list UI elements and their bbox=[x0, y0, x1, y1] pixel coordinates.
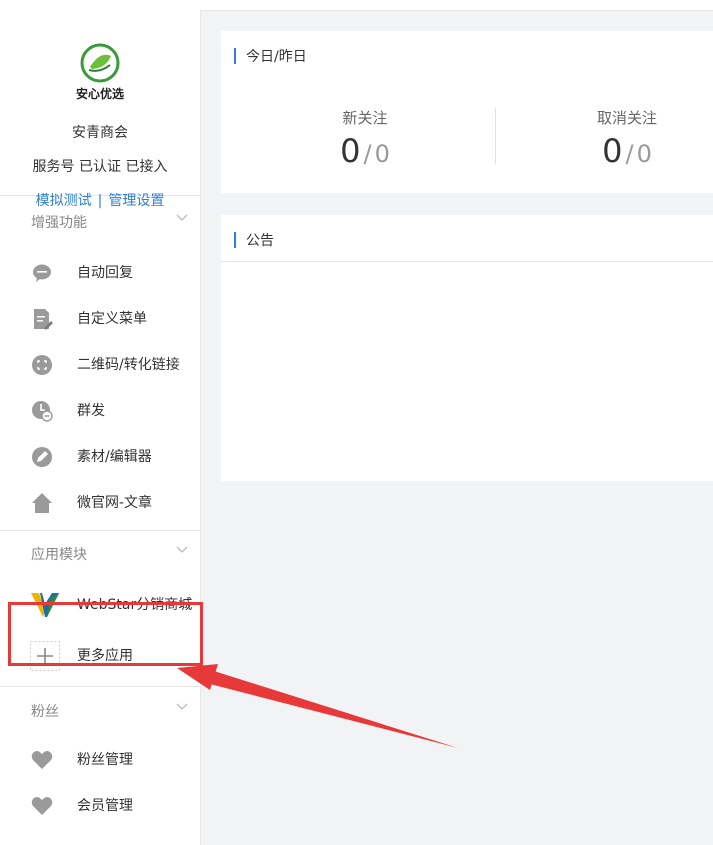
qrcode-icon bbox=[32, 355, 52, 375]
section-enhance-title: 增强功能 bbox=[31, 215, 87, 231]
sidebar-item-mass-send[interactable]: 群发 bbox=[0, 388, 200, 434]
value-separator: / bbox=[363, 140, 372, 168]
new-follow-stat: 新关注 0/0 bbox=[305, 107, 425, 170]
unfollow-today: 0 bbox=[602, 132, 623, 170]
clock-send-icon bbox=[32, 401, 53, 422]
unfollow-value: 0/0 bbox=[567, 132, 687, 170]
new-follow-label: 新关注 bbox=[342, 109, 388, 127]
unfollow-stat: 取消关注 0/0 bbox=[567, 107, 687, 170]
section-fans-title: 粉丝 bbox=[31, 704, 59, 720]
heart-icon bbox=[31, 751, 53, 769]
sidebar: 安心优选 安青商会 服务号 已认证 已接入 模拟测试 | 管理设置 增强功能 自动回… bbox=[0, 10, 201, 845]
unfollow-yesterday: 0 bbox=[636, 140, 652, 168]
sidebar-item-label: 二维码/转化链接 bbox=[77, 357, 180, 373]
sidebar-item-micro-site[interactable]: 微官网-文章 bbox=[0, 480, 200, 526]
value-separator: / bbox=[625, 140, 634, 168]
sidebar-item-fans-manage[interactable]: 粉丝管理 bbox=[0, 737, 200, 783]
chat-bubble-icon bbox=[33, 264, 51, 282]
sidebar-item-label: 素材/编辑器 bbox=[77, 449, 152, 465]
stats-divider bbox=[495, 108, 496, 164]
stats-card-title: 今日/昨日 bbox=[221, 46, 713, 66]
sidebar-item-material-editor[interactable]: 素材/编辑器 bbox=[0, 434, 200, 480]
notice-card-title: 公告 bbox=[221, 230, 713, 250]
account-logo-text: 安心优选 bbox=[75, 87, 124, 101]
sidebar-item-label: 群发 bbox=[77, 403, 105, 419]
section-apps-header[interactable]: 应用模块 bbox=[0, 531, 200, 579]
sidebar-item-label: 会员管理 bbox=[77, 798, 133, 814]
sidebar-item-auto-reply[interactable]: 自动回复 bbox=[0, 250, 200, 296]
highlight-box bbox=[8, 602, 203, 666]
sidebar-item-label: 粉丝管理 bbox=[77, 752, 133, 768]
sidebar-item-label: 微官网-文章 bbox=[77, 495, 153, 511]
chevron-down-icon[interactable] bbox=[176, 700, 188, 712]
document-edit-icon bbox=[34, 309, 53, 330]
heart-icon bbox=[31, 797, 53, 815]
account-name: 安青商会 bbox=[72, 125, 128, 141]
sidebar-item-qrcode[interactable]: 二维码/转化链接 bbox=[0, 342, 200, 388]
stats-card: 今日/昨日 新关注 0/0 取消关注 0/0 bbox=[221, 31, 713, 193]
sidebar-item-custom-menu[interactable]: 自定义菜单 bbox=[0, 296, 200, 342]
notice-card: 公告 bbox=[221, 215, 713, 481]
sidebar-item-label: 自定义菜单 bbox=[77, 311, 147, 327]
new-follow-yesterday: 0 bbox=[374, 140, 390, 168]
notice-divider bbox=[221, 261, 713, 262]
home-icon bbox=[32, 493, 52, 513]
sidebar-item-member-manage[interactable]: 会员管理 bbox=[0, 783, 200, 829]
section-enhance-header[interactable]: 增强功能 bbox=[0, 196, 200, 250]
unfollow-label: 取消关注 bbox=[596, 109, 657, 127]
account-status: 服务号 已认证 已接入 bbox=[32, 159, 168, 175]
section-fans-header[interactable]: 粉丝 bbox=[0, 687, 200, 737]
account-profile: 安心优选 安青商会 服务号 已认证 已接入 模拟测试 | 管理设置 bbox=[0, 10, 200, 209]
sidebar-item-label: 自动回复 bbox=[77, 265, 133, 281]
account-logo bbox=[80, 43, 120, 83]
new-follow-today: 0 bbox=[340, 132, 361, 170]
new-follow-value: 0/0 bbox=[305, 132, 425, 170]
chevron-down-icon[interactable] bbox=[176, 543, 188, 555]
section-apps-title: 应用模块 bbox=[31, 547, 87, 563]
chevron-down-icon[interactable] bbox=[176, 211, 188, 223]
pencil-icon bbox=[32, 447, 52, 467]
